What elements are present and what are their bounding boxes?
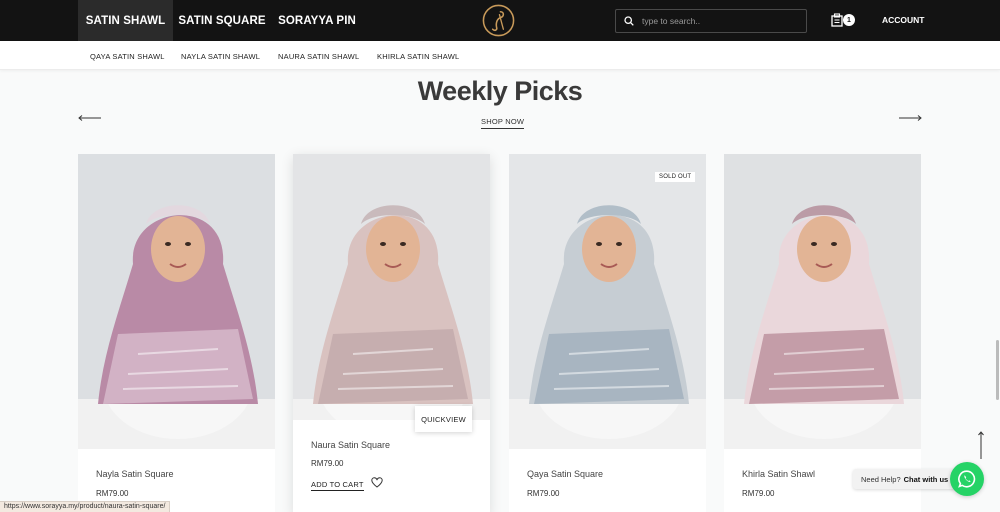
whatsapp-chat-button[interactable]: [950, 462, 984, 496]
subnav-item-qaya[interactable]: QAYA SATIN SHAWL: [90, 52, 165, 61]
help-text: Need Help?: [861, 474, 901, 484]
heart-icon[interactable]: [371, 477, 383, 488]
nav-tab-satin-square[interactable]: SATIN SQUARE: [176, 0, 268, 41]
nav-tab-satin-shawl[interactable]: SATIN SHAWL: [78, 0, 173, 41]
chat-link[interactable]: Chat with us: [904, 475, 949, 484]
account-link[interactable]: ACCOUNT: [882, 15, 925, 25]
product-price: RM79.00: [311, 459, 344, 468]
product-card[interactable]: Nayla Satin Square RM79.00: [78, 154, 275, 512]
nav-tab-sorayya-pin[interactable]: SORAYYA PIN: [276, 0, 358, 41]
product-card[interactable]: SOLD OUT Qaya Satin Square RM79.00: [509, 154, 706, 512]
section-title: Weekly Picks: [417, 76, 583, 106]
scrollbar-thumb[interactable]: [996, 340, 999, 400]
subnav-item-naura[interactable]: NAURA SATIN SHAWL: [278, 52, 359, 61]
cart-count-badge: 1: [843, 14, 855, 26]
brand-logo[interactable]: [481, 3, 516, 38]
shop-now-link[interactable]: SHOP NOW: [481, 117, 525, 129]
cart-icon: [831, 13, 843, 27]
product-name[interactable]: Nayla Satin Square: [96, 469, 174, 479]
back-to-top-icon[interactable]: [976, 430, 986, 460]
whatsapp-icon: [958, 470, 976, 488]
arrow-right-icon[interactable]: [898, 112, 922, 124]
quickview-button[interactable]: QUICKVIEW: [415, 406, 472, 432]
search-input[interactable]: [642, 16, 802, 26]
cart-button[interactable]: 1: [831, 13, 857, 29]
model-photo: [293, 154, 490, 420]
sold-out-badge: SOLD OUT: [655, 172, 696, 182]
sub-navigation-bar: QAYA SATIN SHAWL NAYLA SATIN SHAWL NAURA…: [0, 41, 1000, 70]
product-price: RM79.00: [96, 489, 129, 498]
subnav-item-nayla[interactable]: NAYLA SATIN SHAWL: [181, 52, 260, 61]
model-photo: [78, 154, 275, 449]
top-navigation-bar: SATIN SHAWL SATIN SQUARE SORAYYA PIN 1 A…: [0, 0, 1000, 41]
product-card[interactable]: QUICKVIEW Naura Satin Square RM79.00 ADD…: [293, 154, 490, 512]
product-image[interactable]: [293, 154, 490, 420]
product-name[interactable]: Qaya Satin Square: [527, 469, 603, 479]
model-photo: [509, 154, 706, 449]
product-image[interactable]: [509, 154, 706, 449]
chat-help-bubble[interactable]: Need Help? Chat with us: [853, 469, 957, 489]
arrow-left-icon[interactable]: [78, 112, 102, 124]
subnav-item-khirla[interactable]: KHIRLA SATIN SHAWL: [377, 52, 459, 61]
product-image[interactable]: [724, 154, 921, 449]
add-to-cart-button[interactable]: ADD TO CART: [311, 480, 364, 491]
product-price: RM79.00: [527, 489, 560, 498]
product-name[interactable]: Naura Satin Square: [311, 440, 390, 450]
product-name[interactable]: Khirla Satin Shawl: [742, 469, 815, 479]
model-photo: [724, 154, 921, 449]
search-icon[interactable]: [616, 10, 642, 32]
search-box[interactable]: [615, 9, 807, 33]
product-card[interactable]: Khirla Satin Shawl RM79.00: [724, 154, 921, 512]
product-price: RM79.00: [742, 489, 775, 498]
product-image[interactable]: [78, 154, 275, 449]
status-bar-url: https://www.sorayya.my/product/naura-sat…: [0, 501, 171, 512]
